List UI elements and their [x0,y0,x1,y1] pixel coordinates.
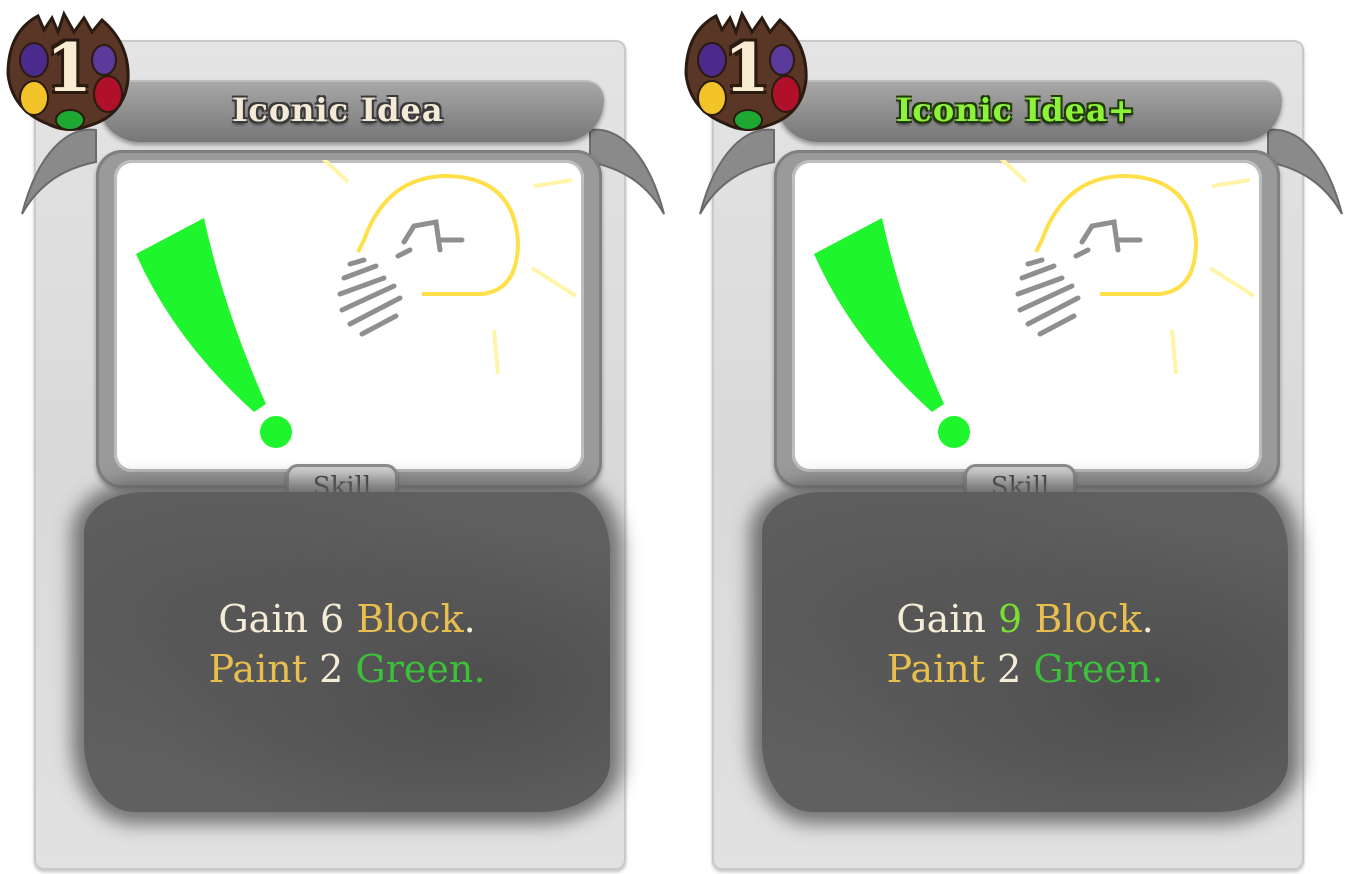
description-line-2: Paint 2 Green. [762,644,1288,694]
card-title: Iconic Idea [232,91,444,129]
desc-gain: Gain [896,597,986,641]
desc-period: . [463,597,476,641]
banner-hook-left-icon [21,128,97,215]
desc-gain: Gain [218,597,308,641]
banner-hook-left-icon [699,128,775,215]
desc-block-amount: 9 [998,597,1023,641]
desc-paint-keyword: Paint [886,647,985,691]
card-cost: 1 [46,29,92,107]
lightbulb-exclamation-art-icon [814,160,1256,448]
lightbulb-exclamation-art-icon [136,160,578,448]
card-title: Iconic Idea+ [896,91,1136,129]
card-cost: 1 [724,29,770,107]
desc-paint-amount: 2 [997,647,1022,691]
description-line-1: Gain 9 Block. [762,594,1288,644]
desc-block-amount: 6 [320,597,345,641]
desc-block-keyword: Block [356,597,464,641]
card-art [792,160,1262,472]
description-line-1: Gain 6 Block. [84,594,610,644]
desc-green-keyword: Green. [355,647,486,691]
card-description: Gain 9 Block. Paint 2 Green. [762,594,1288,714]
desc-paint-keyword: Paint [208,647,307,691]
card-description: Gain 6 Block. Paint 2 Green. [84,594,610,714]
description-line-2: Paint 2 Green. [84,644,610,694]
card-iconic-idea-upgraded[interactable]: Iconic Idea+ Skill Gain 9 Block. Paint 2… [678,0,1356,874]
card-art [114,160,584,472]
desc-paint-amount: 2 [319,647,344,691]
desc-green-keyword: Green. [1033,647,1164,691]
desc-period: . [1141,597,1154,641]
card-iconic-idea[interactable]: Iconic Idea Skill Gain 6 Block. Paint 2 … [0,0,680,874]
desc-block-keyword: Block [1034,597,1142,641]
